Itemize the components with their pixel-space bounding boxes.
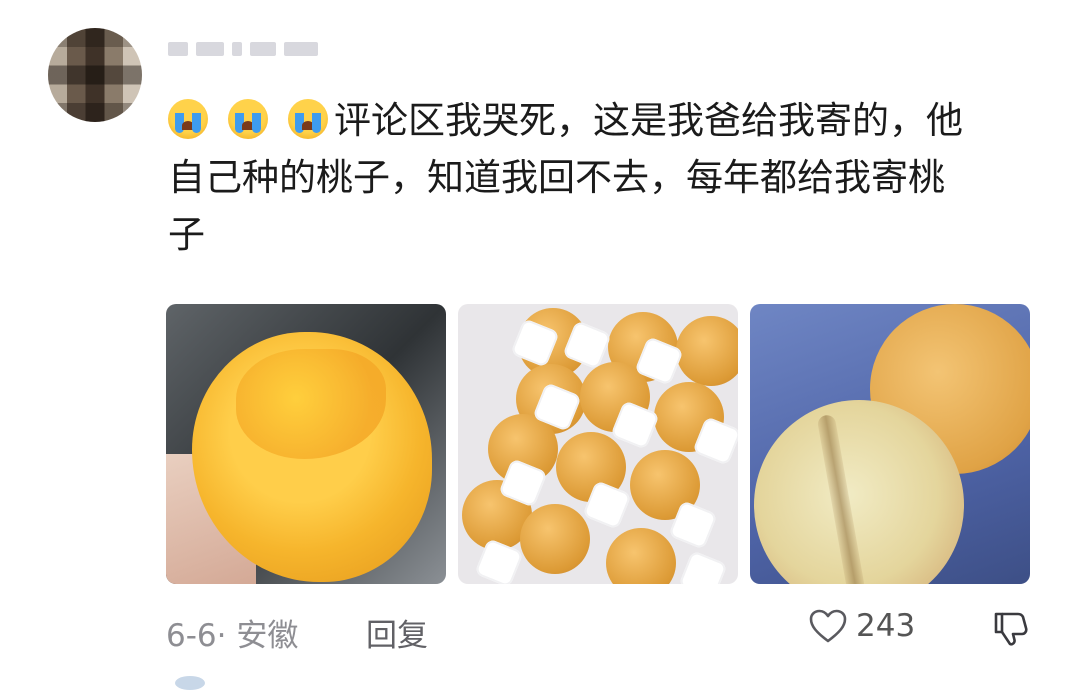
like-count: 243 bbox=[856, 608, 916, 644]
like-button[interactable]: 243 bbox=[808, 608, 915, 644]
comment-line-2: 自己种的桃子，知道我回不去，每年都给我寄桃 bbox=[168, 156, 945, 199]
dislike-button[interactable] bbox=[990, 608, 1030, 656]
photo-two-peaches[interactable] bbox=[750, 304, 1030, 584]
thumbs-down-icon bbox=[994, 612, 1028, 646]
user-avatar[interactable] bbox=[48, 28, 142, 122]
comment-line-1: 评论区我哭死，这是我爸给我寄的，他 bbox=[168, 92, 1048, 149]
comment-line-3: 子 bbox=[168, 213, 205, 256]
comment-line-1-text: 评论区我哭死，这是我爸给我寄的，他 bbox=[334, 99, 963, 142]
reply-button[interactable]: 回复 bbox=[366, 610, 428, 655]
crying-emoji-icon bbox=[168, 99, 208, 139]
next-avatar-edge bbox=[175, 676, 205, 690]
date-location: 6-6· 安徽 bbox=[166, 618, 299, 654]
username-blurred[interactable] bbox=[168, 38, 338, 60]
heart-outline-icon bbox=[809, 609, 847, 643]
photo-peach-tray[interactable] bbox=[458, 304, 738, 584]
crying-emoji-icon bbox=[288, 99, 328, 139]
crying-emoji-icon bbox=[228, 99, 268, 139]
photo-bitten-peach[interactable] bbox=[166, 304, 446, 584]
photo-grid bbox=[166, 304, 1030, 584]
comment-text: 评论区我哭死，这是我爸给我寄的，他 自己种的桃子，知道我回不去，每年都给我寄桃 … bbox=[168, 92, 1048, 263]
comment-meta: 6-6· 安徽 回复 243 bbox=[166, 606, 1036, 655]
